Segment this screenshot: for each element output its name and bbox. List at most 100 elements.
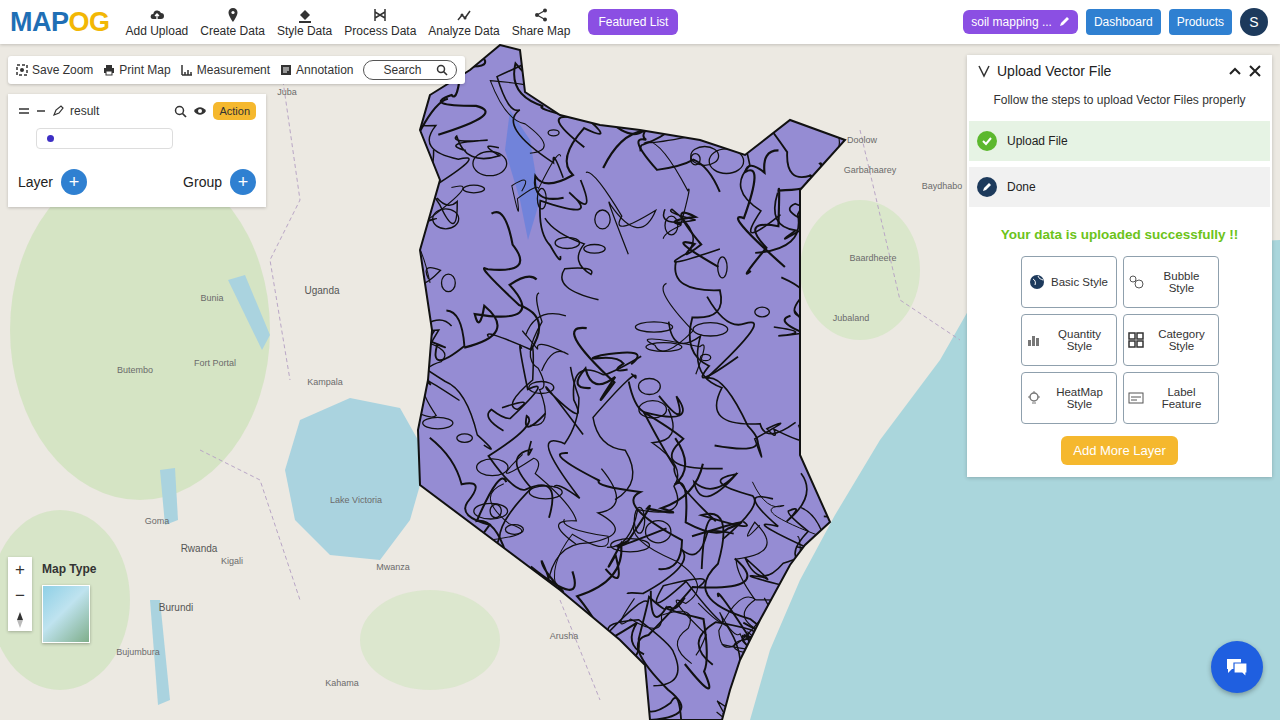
compass-icon[interactable] xyxy=(14,609,26,631)
zoom-controls: +− xyxy=(8,557,32,631)
add-group-button[interactable]: Group + xyxy=(183,169,256,195)
plus-icon[interactable]: + xyxy=(61,169,87,195)
logo-part: OG xyxy=(69,7,110,38)
header-buttons: soil mapping ... Dashboard Products S xyxy=(963,8,1268,36)
nav-label: Share Map xyxy=(512,24,571,38)
map-label: Bujumbura xyxy=(116,647,160,657)
quantity-icon xyxy=(1026,332,1042,348)
nav-item[interactable]: Analyze Data xyxy=(428,7,499,38)
nav-item[interactable]: Style Data xyxy=(277,7,332,38)
toolbar-button[interactable]: Annotation xyxy=(280,63,353,77)
search-input[interactable] xyxy=(372,63,432,77)
upload-step[interactable]: Upload File xyxy=(969,121,1270,161)
map-type-switcher[interactable]: Map Type xyxy=(42,562,96,643)
vector-icon xyxy=(977,64,991,78)
add-label: Group xyxy=(183,174,222,190)
project-name-button[interactable]: soil mapping ... xyxy=(963,10,1078,34)
header-button[interactable]: Products xyxy=(1169,9,1232,35)
drag-handle-icon[interactable] xyxy=(18,106,30,116)
category-icon xyxy=(1128,332,1144,348)
panel-subtitle: Follow the steps to upload Vector Files … xyxy=(967,93,1272,107)
nav-label: Process Data xyxy=(344,24,416,38)
map-label: Lake Victoria xyxy=(330,495,382,505)
plus-icon[interactable]: + xyxy=(230,169,256,195)
add-row: Layer + Group + xyxy=(18,169,256,195)
style-button[interactable]: Category Style xyxy=(1123,314,1219,366)
map-label: Rwanda xyxy=(181,543,218,554)
upload-panel: Upload Vector File Follow the steps to up… xyxy=(967,55,1272,477)
toolbar-button[interactable]: Measurement xyxy=(181,63,270,77)
heatmap-icon xyxy=(1026,390,1042,406)
panel-header: Upload Vector File xyxy=(967,55,1272,87)
style-label: Bubble Style xyxy=(1150,270,1214,294)
map-label: Kampala xyxy=(307,377,343,387)
style-label: Basic Style xyxy=(1051,276,1108,288)
map-label: Jubaland xyxy=(833,313,870,323)
close-icon[interactable] xyxy=(1248,64,1262,78)
action-button[interactable]: Action xyxy=(213,102,256,120)
style-button[interactable]: Basic Style xyxy=(1021,256,1117,308)
style-label: HeatMap Style xyxy=(1048,386,1112,410)
eye-icon[interactable] xyxy=(193,105,207,117)
zoom-in-button[interactable]: + xyxy=(15,557,25,583)
style-button[interactable]: HeatMap Style xyxy=(1021,372,1117,424)
pencil-icon xyxy=(1058,16,1070,28)
user-avatar[interactable]: S xyxy=(1240,8,1268,36)
add-label: Layer xyxy=(18,174,53,190)
toolbar-label: Save Zoom xyxy=(32,63,93,77)
style-label: Quantity Style xyxy=(1048,328,1112,352)
style-button[interactable]: Quantity Style xyxy=(1021,314,1117,366)
style-label: Category Style xyxy=(1150,328,1214,352)
map-label: Goma xyxy=(145,516,170,526)
chat-button[interactable] xyxy=(1211,641,1263,693)
mapog-logo[interactable]: MAPOG xyxy=(10,7,110,38)
add-layer-button[interactable]: Layer + xyxy=(18,169,87,195)
main-nav: Add Upload Create Data Style Data Process D… xyxy=(126,7,571,38)
collapse-icon[interactable] xyxy=(36,106,46,116)
share-icon xyxy=(533,7,549,23)
step-label: Upload File xyxy=(1007,134,1068,148)
toolbar-button[interactable]: Print Map xyxy=(103,63,170,77)
style-label: Label Feature xyxy=(1150,386,1214,410)
zoom-to-layer-icon[interactable] xyxy=(174,105,187,118)
layer-name[interactable]: result xyxy=(70,104,168,118)
printer-icon xyxy=(103,64,115,76)
magnifier-icon xyxy=(436,64,448,76)
pencil-icon xyxy=(977,177,997,197)
nav-item[interactable]: Add Upload xyxy=(126,7,189,38)
map-label: Garbahaarey xyxy=(844,165,897,175)
style-button[interactable]: Bubble Style xyxy=(1123,256,1219,308)
header-button[interactable]: Dashboard xyxy=(1086,9,1161,35)
upload-icon xyxy=(149,7,165,23)
logo-part: MAP xyxy=(10,7,69,38)
nav-item[interactable]: Create Data xyxy=(200,7,265,38)
map-label: Fort Portal xyxy=(194,358,236,368)
check-icon xyxy=(977,131,997,151)
layer-color-dot xyxy=(47,135,54,142)
layer-row[interactable]: result Action xyxy=(18,102,256,120)
map-label: Doolow xyxy=(847,135,877,145)
upload-step[interactable]: Done xyxy=(969,167,1270,207)
featured-list-button[interactable]: Featured List xyxy=(588,9,678,35)
search-field[interactable] xyxy=(363,60,457,80)
add-more-layer-button[interactable]: Add More Layer xyxy=(1061,436,1178,465)
globe-icon xyxy=(1029,274,1045,290)
toolbar-button[interactable]: Save Zoom xyxy=(16,63,93,77)
toolbar-label: Print Map xyxy=(119,63,170,77)
style-options: Basic Style Bubble Style Quantity Style Cat… xyxy=(967,256,1272,424)
nav-item[interactable]: Process Data xyxy=(344,7,416,38)
style-button[interactable]: Label Feature xyxy=(1123,372,1219,424)
nav-label: Add Upload xyxy=(126,24,189,38)
map-label: Mwanza xyxy=(376,562,410,572)
label-icon xyxy=(1128,390,1144,406)
map-label: Arusha xyxy=(550,631,579,641)
map-type-label: Map Type xyxy=(42,562,96,576)
nav-item[interactable]: Share Map xyxy=(512,7,571,38)
analyze-icon xyxy=(456,7,472,23)
collapse-up-icon[interactable] xyxy=(1228,64,1242,78)
map-label: Baardheere xyxy=(849,253,896,263)
map-type-thumbnail[interactable] xyxy=(42,585,90,643)
zoom-out-button[interactable]: − xyxy=(15,583,25,609)
map-label: Baydhabo xyxy=(922,181,963,191)
map[interactable]: JubaUgandaKampalaLake VictoriaBuniaFort … xyxy=(0,44,1280,720)
